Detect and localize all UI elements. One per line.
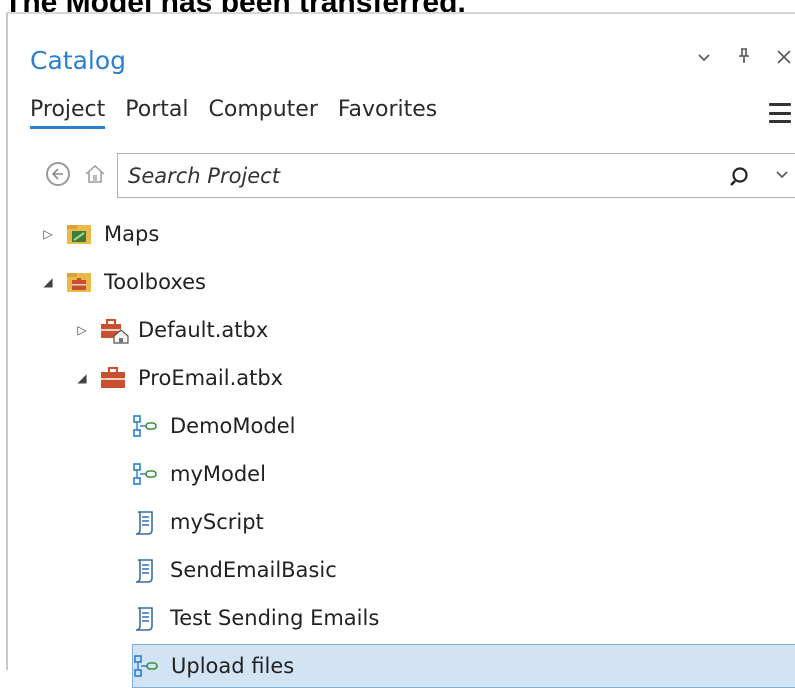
- tab-portal[interactable]: Portal: [125, 97, 188, 129]
- script-icon: [132, 606, 158, 631]
- pane-title: Catalog: [30, 46, 127, 75]
- tree-item-label: myModel: [170, 462, 266, 486]
- tree-item-demomodel[interactable]: DemoModel: [128, 406, 295, 446]
- pane-options-icon[interactable]: [693, 46, 715, 70]
- tree-item-mymodel[interactable]: myModel: [128, 454, 266, 494]
- toolbox-icon: [100, 366, 126, 390]
- tree-item-label: myScript: [170, 510, 264, 534]
- close-icon[interactable]: [773, 46, 795, 70]
- catalog-pane: Catalog Project Portal Computer Favorite…: [6, 12, 795, 688]
- home-icon[interactable]: [84, 164, 106, 184]
- collapse-arrow-icon[interactable]: ◢: [74, 371, 90, 385]
- back-arrow-icon[interactable]: [46, 162, 70, 186]
- collapse-arrow-icon[interactable]: ◢: [40, 275, 56, 289]
- pin-icon[interactable]: [733, 46, 755, 70]
- tree-item-label: Default.atbx: [138, 318, 269, 342]
- tree-item-label: Test Sending Emails: [170, 606, 380, 630]
- tab-favorites[interactable]: Favorites: [338, 97, 437, 129]
- tree-item-label: Maps: [104, 222, 160, 246]
- script-icon: [132, 558, 158, 583]
- tree-item-label: DemoModel: [170, 414, 296, 438]
- model-icon: [132, 462, 158, 486]
- search-icon[interactable]: [730, 165, 754, 189]
- script-icon: [132, 510, 158, 535]
- toolboxes-folder-icon: [66, 270, 92, 294]
- search-box: [117, 153, 795, 198]
- expand-arrow-icon[interactable]: ▷: [74, 323, 90, 337]
- tree-item-myscript[interactable]: myScript: [128, 502, 264, 542]
- tree-item-default-atbx[interactable]: ▷ Default.atbx: [74, 310, 268, 350]
- tree-item-label: SendEmailBasic: [170, 558, 337, 582]
- model-icon: [132, 414, 158, 438]
- tree-item-sendemailbasic[interactable]: SendEmailBasic: [128, 550, 337, 590]
- hamburger-menu-icon[interactable]: [765, 100, 795, 126]
- tree-item-toolboxes[interactable]: ◢ Toolboxes: [40, 262, 206, 302]
- catalog-tabs: Project Portal Computer Favorites: [30, 97, 457, 129]
- pane-controls: [693, 46, 795, 70]
- search-input[interactable]: [128, 162, 708, 190]
- maps-folder-icon: [66, 222, 92, 246]
- tab-project[interactable]: Project: [30, 97, 106, 129]
- tree-item-label: Upload files: [171, 654, 295, 678]
- model-icon: [133, 654, 159, 678]
- tree-item-label: ProEmail.atbx: [138, 366, 284, 390]
- expand-arrow-icon[interactable]: ▷: [40, 227, 56, 241]
- tab-computer[interactable]: Computer: [209, 97, 318, 129]
- tree-item-test-sending-emails[interactable]: Test Sending Emails: [128, 598, 379, 638]
- default-toolbox-icon: [100, 318, 129, 344]
- tree-item-maps[interactable]: ▷ Maps: [40, 214, 159, 254]
- search-dropdown-icon[interactable]: [774, 166, 792, 186]
- tree-item-upload-files[interactable]: Upload files: [132, 644, 795, 688]
- tree-item-proemail-atbx[interactable]: ◢ ProEmail.atbx: [74, 358, 283, 398]
- tree-item-label: Toolboxes: [104, 270, 206, 294]
